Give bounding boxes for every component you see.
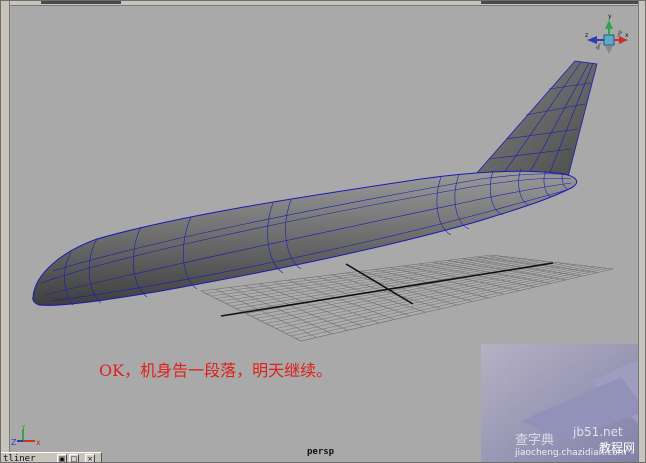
scene-canvas[interactable]: y z x	[1, 1, 646, 463]
axis-z-label: Z	[11, 438, 17, 447]
maximize-button[interactable]: □	[69, 454, 79, 462]
axis-y-label: Y	[20, 425, 26, 432]
outliner-panel-tab[interactable]: tliner ▣ □ ×	[1, 452, 102, 463]
watermark-text-4: jiaocheng.chazidian.com	[515, 448, 627, 458]
airplane-tail-fin	[475, 60, 598, 178]
restore-button[interactable]: ▣	[57, 454, 67, 462]
viewport-left-frame	[1, 1, 10, 462]
tutorial-caption: OK，机身告一段落，明天继续。	[99, 361, 333, 380]
outliner-title: tliner	[3, 454, 36, 463]
viewcube-icon[interactable]: y z x	[585, 13, 629, 54]
viewcube-z-label: z	[585, 32, 588, 39]
watermark-text-1: 查字典	[515, 433, 555, 448]
viewport-right-frame	[638, 1, 645, 462]
axis-triad-icon: Y Z x	[11, 425, 41, 447]
viewcube-x-label: x	[625, 32, 629, 39]
perspective-viewport[interactable]: y z x OK，机身告一段落，明天继续。 Y Z x persp 查字典 jb…	[0, 0, 646, 463]
camera-label: persp	[307, 447, 335, 457]
close-button[interactable]: ×	[85, 454, 95, 462]
watermark-text-2: jb51.net	[573, 425, 623, 439]
axis-x-label: x	[36, 438, 41, 447]
viewcube-y-label: y	[608, 13, 612, 20]
